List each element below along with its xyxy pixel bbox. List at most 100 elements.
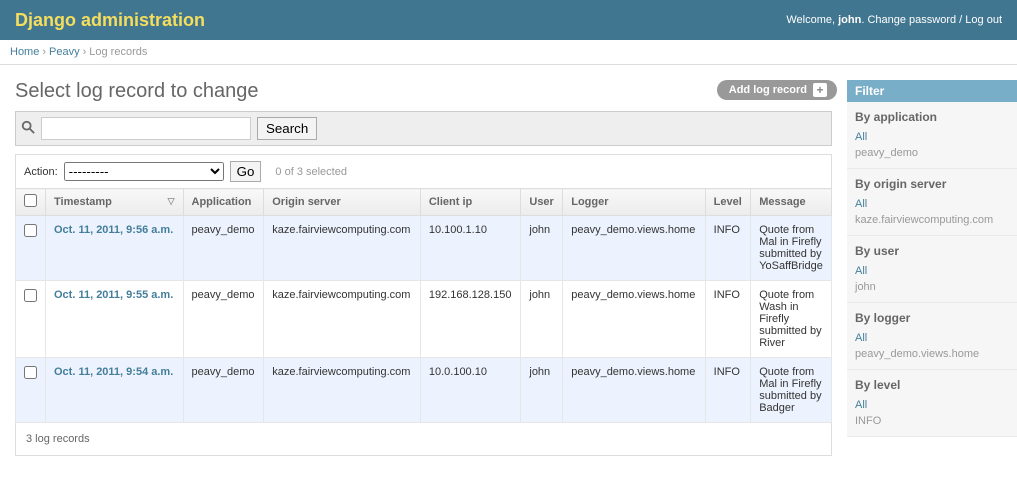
filter-title: By user: [855, 244, 1009, 258]
filter-item: john: [855, 278, 1009, 294]
filter-value[interactable]: john: [855, 281, 876, 293]
cell-timestamp: Oct. 11, 2011, 9:55 a.m.: [46, 281, 184, 358]
filter-link[interactable]: All: [855, 198, 867, 210]
breadcrumb: Home›Peavy›Log records: [0, 40, 1017, 65]
col-message[interactable]: Message: [751, 189, 832, 216]
cell-logger: peavy_demo.views.home: [563, 358, 705, 423]
row-checkbox[interactable]: [24, 366, 37, 379]
actions-bar: Action: --------- Go 0 of 3 selected: [15, 154, 832, 188]
row-checkbox-cell: [16, 358, 46, 423]
filter-value[interactable]: INFO: [855, 415, 881, 427]
breadcrumb-home[interactable]: Home: [10, 46, 39, 58]
filter-link[interactable]: All: [855, 332, 867, 344]
timestamp-link[interactable]: Oct. 11, 2011, 9:55 a.m.: [54, 289, 173, 301]
table-row: Oct. 11, 2011, 9:54 a.m. peavy_demokaze.f…: [16, 358, 832, 423]
cell-message: Quote from Mal in Firefly submitted by B…: [751, 358, 832, 423]
row-checkbox[interactable]: [24, 289, 37, 302]
filter-value[interactable]: peavy_demo: [855, 147, 918, 159]
cell-client-ip: 10.0.100.10: [420, 358, 521, 423]
filter-sidebar: Filter By application All peavy_demo By ori…: [847, 80, 1017, 471]
selection-counter: 0 of 3 selected: [275, 166, 347, 178]
cell-timestamp: Oct. 11, 2011, 9:54 a.m.: [46, 358, 184, 423]
filter-block: By application All peavy_demo: [847, 102, 1017, 169]
change-password-link[interactable]: Change password: [867, 14, 956, 26]
cell-level: INFO: [705, 358, 751, 423]
row-checkbox-cell: [16, 281, 46, 358]
cell-origin-server: kaze.fairviewcomputing.com: [264, 358, 421, 423]
action-select[interactable]: ---------: [64, 162, 224, 181]
col-user[interactable]: User: [521, 189, 563, 216]
cell-application: peavy_demo: [183, 358, 264, 423]
add-log-record-button[interactable]: Add log record +: [717, 80, 837, 100]
breadcrumb-app[interactable]: Peavy: [49, 46, 80, 58]
filter-item: INFO: [855, 412, 1009, 428]
filter-item: All: [855, 128, 1009, 144]
filter-title: By origin server: [855, 177, 1009, 191]
row-checkbox[interactable]: [24, 224, 37, 237]
action-go-button[interactable]: Go: [230, 161, 262, 182]
select-all-checkbox[interactable]: [24, 194, 37, 207]
user-tools: Welcome, john. Change password / Log out: [786, 14, 1002, 26]
welcome-prefix: Welcome,: [786, 14, 838, 26]
cell-message: Quote from Wash in Firefly submitted by …: [751, 281, 832, 358]
cell-origin-server: kaze.fairviewcomputing.com: [264, 216, 421, 281]
filter-link[interactable]: All: [855, 265, 867, 277]
cell-application: peavy_demo: [183, 216, 264, 281]
sort-desc-icon: ▽: [168, 196, 175, 207]
col-timestamp[interactable]: Timestamp▽: [46, 189, 184, 216]
col-origin-server[interactable]: Origin server: [264, 189, 421, 216]
filter-title: By logger: [855, 311, 1009, 325]
filter-value[interactable]: kaze.fairviewcomputing.com: [855, 214, 993, 226]
cell-client-ip: 10.100.1.10: [420, 216, 521, 281]
object-tools: Add log record +: [717, 80, 837, 100]
cell-client-ip: 192.168.128.150: [420, 281, 521, 358]
filter-block: By level All INFO: [847, 370, 1017, 437]
filter-title: By application: [855, 110, 1009, 124]
paginator: 3 log records: [15, 423, 832, 456]
table-row: Oct. 11, 2011, 9:55 a.m. peavy_demokaze.f…: [16, 281, 832, 358]
filter-item: All: [855, 262, 1009, 278]
timestamp-link[interactable]: Oct. 11, 2011, 9:54 a.m.: [54, 366, 173, 378]
page-title: Select log record to change: [15, 80, 832, 103]
table-row: Oct. 11, 2011, 9:56 a.m. peavy_demokaze.f…: [16, 216, 832, 281]
cell-timestamp: Oct. 11, 2011, 9:56 a.m.: [46, 216, 184, 281]
cell-level: INFO: [705, 281, 751, 358]
row-checkbox-cell: [16, 216, 46, 281]
cell-logger: peavy_demo.views.home: [563, 216, 705, 281]
col-logger[interactable]: Logger: [563, 189, 705, 216]
cell-user: john: [521, 216, 563, 281]
logout-link[interactable]: Log out: [965, 14, 1002, 26]
filter-link[interactable]: All: [855, 399, 867, 411]
cell-message: Quote from Mal in Firefly submitted by Y…: [751, 216, 832, 281]
timestamp-link[interactable]: Oct. 11, 2011, 9:56 a.m.: [54, 224, 173, 236]
filter-block: By user All john: [847, 236, 1017, 303]
col-client-ip[interactable]: Client ip: [420, 189, 521, 216]
search-button[interactable]: Search: [257, 117, 317, 140]
action-label: Action:: [24, 166, 58, 178]
select-all-col: [16, 189, 46, 216]
filter-item: All: [855, 329, 1009, 345]
results-table: Timestamp▽ Application Origin server Cli…: [15, 188, 832, 423]
cell-level: INFO: [705, 216, 751, 281]
plus-icon: +: [813, 83, 827, 97]
col-level[interactable]: Level: [705, 189, 751, 216]
filter-item: kaze.fairviewcomputing.com: [855, 211, 1009, 227]
cell-application: peavy_demo: [183, 281, 264, 358]
filter-value[interactable]: peavy_demo.views.home: [855, 348, 979, 360]
cell-user: john: [521, 281, 563, 358]
filter-link[interactable]: All: [855, 131, 867, 143]
add-log-record-label: Add log record: [729, 84, 807, 96]
filter-item: All: [855, 396, 1009, 412]
filter-heading: Filter: [847, 80, 1017, 102]
search-input[interactable]: [41, 117, 251, 140]
filter-block: By origin server All kaze.fairviewcomputin…: [847, 169, 1017, 236]
cell-logger: peavy_demo.views.home: [563, 281, 705, 358]
filter-item: peavy_demo: [855, 144, 1009, 160]
filter-title: By level: [855, 378, 1009, 392]
header: Django administration Welcome, john. Cha…: [0, 0, 1017, 40]
cell-origin-server: kaze.fairviewcomputing.com: [264, 281, 421, 358]
col-application[interactable]: Application: [183, 189, 264, 216]
search-form: Search: [15, 111, 832, 146]
current-user: john: [838, 14, 861, 26]
filter-item: All: [855, 195, 1009, 211]
